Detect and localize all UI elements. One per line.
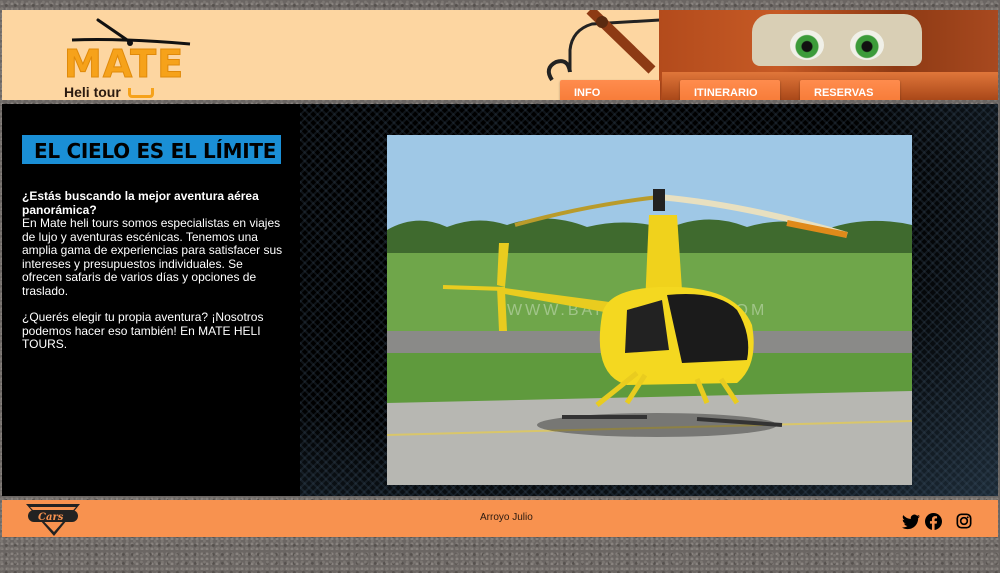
intro-paragraph: En Mate heli tours somos especialistas e… [22,216,283,298]
helicopter-image: WWW.BAHELITOURS.COM [387,135,912,485]
twitter-icon[interactable] [902,514,920,530]
eye-icon [850,30,884,60]
closing-paragraph: ¿Querés elegir tu propia aventura? ¡Noso… [22,310,264,351]
nav-itinerario[interactable]: ITINERARIO [680,80,780,100]
intro-copy: ¿Estás buscando la mejor aventura aérea … [22,189,286,365]
footer-author: Arroyo Julio [480,512,533,523]
facebook-icon[interactable] [925,513,942,530]
main-content: EL CIELO ES EL LÍMITE ¿Estás buscando la… [2,104,998,496]
logo-subtitle: Heli tour [64,84,121,100]
site-header: MATE Heli tour INFO ITINERARIO RESERVAS [2,10,998,100]
cars-logo-text: Cars [38,512,64,523]
tow-truck-face [752,14,922,66]
section-title-box: EL CIELO ES EL LÍMITE [22,135,281,164]
helicopter-photo: WWW.BAHELITOURS.COM [387,135,912,485]
info-panel: EL CIELO ES EL LÍMITE ¿Estás buscando la… [2,104,300,496]
section-title: EL CIELO ES EL LÍMITE [34,139,277,163]
intro-question: ¿Estás buscando la mejor aventura aérea … [22,189,259,217]
nav-reservas[interactable]: RESERVAS [800,80,900,100]
eye-icon [790,30,824,60]
logo-title: MATE [63,42,185,87]
main-nav: INFO ITINERARIO RESERVAS [560,80,900,100]
cars-logo[interactable]: Cars [24,500,82,538]
site-footer: Cars Arroyo Julio [2,500,998,537]
logo-skid-icon [128,88,154,98]
nav-info[interactable]: INFO [560,80,660,100]
instagram-icon[interactable] [956,513,972,529]
mate-logo[interactable]: MATE Heli tour [60,14,200,100]
